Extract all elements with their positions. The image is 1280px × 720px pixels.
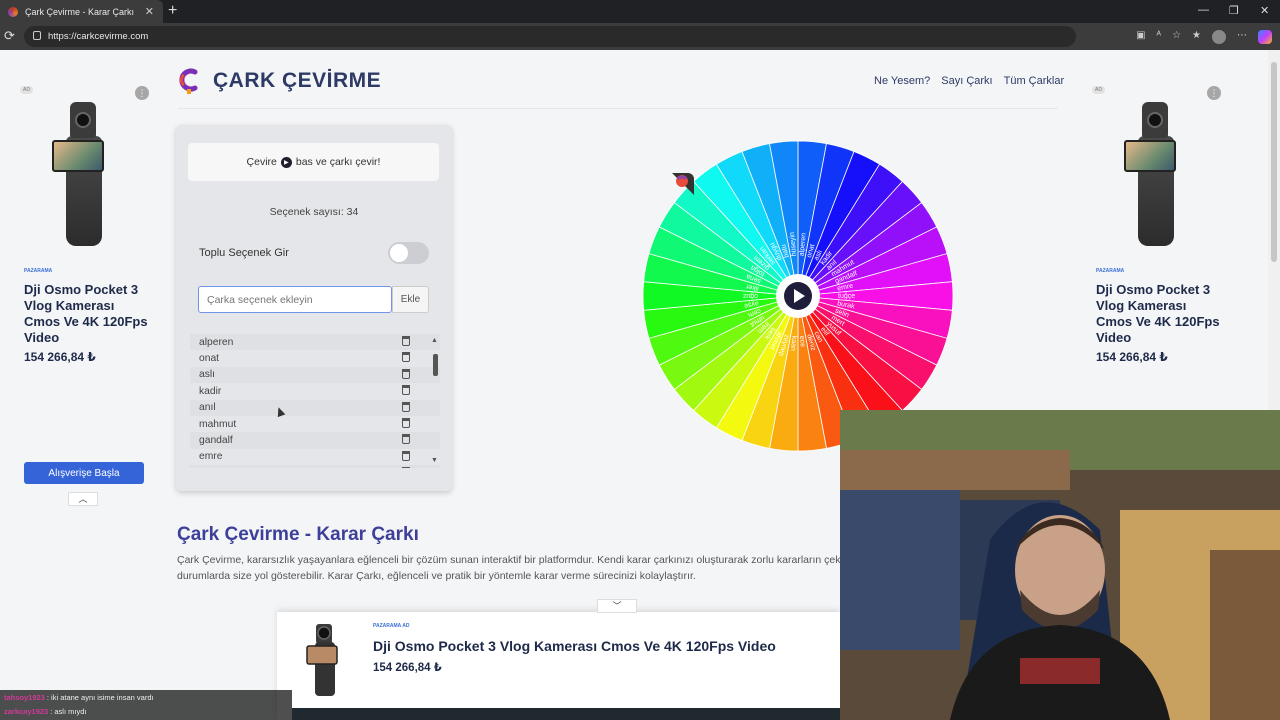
app-icon[interactable]: ▣ — [1136, 30, 1145, 44]
browser-toolbar: ▣ ᴬ ☆ ★ ⋯ — [1136, 30, 1272, 44]
chat-overlay: tahsoy1923: iki atane aynı isime insan v… — [0, 690, 292, 720]
ad-badge: AD — [20, 86, 33, 94]
spin-hint: Çevire ▶ bas ve çarkı çevir! — [188, 143, 439, 181]
option-label: gandalf — [199, 435, 233, 447]
menu-icon[interactable]: ⋯ — [1237, 30, 1247, 44]
ad-options-icon[interactable]: ⋮ — [135, 86, 149, 100]
nav-link-ne-yesem[interactable]: Ne Yesem? — [874, 75, 930, 87]
new-tab-icon[interactable]: + — [168, 2, 177, 20]
list-item[interactable]: anıl — [190, 399, 440, 416]
trash-icon[interactable] — [402, 417, 410, 428]
option-label: onat — [199, 353, 220, 365]
bulk-entry-toggle[interactable] — [388, 242, 429, 264]
trash-icon[interactable] — [402, 434, 410, 445]
lock-icon — [33, 31, 41, 40]
reload-icon[interactable]: ⟳ — [4, 28, 15, 44]
ad-product-title[interactable]: Dji Osmo Pocket 3 Vlog Kamerası Cmos Ve … — [24, 282, 149, 346]
option-input[interactable] — [198, 286, 392, 313]
ad-product-title[interactable]: Dji Osmo Pocket 3 Vlog Kamerası Cmos Ve … — [373, 638, 776, 654]
option-label: mahmut — [199, 418, 237, 430]
url-field[interactable]: https://carkcevirme.com — [24, 26, 1076, 47]
site-title[interactable]: ÇARK ÇEVİRME — [213, 69, 381, 93]
wheel-pointer-icon — [672, 173, 694, 195]
close-tab-icon[interactable]: ✕ — [145, 5, 154, 18]
ad-badge: AD — [1092, 86, 1105, 94]
read-aloud-icon[interactable]: ᴬ — [1157, 30, 1162, 44]
list-item[interactable]: gandalf — [190, 432, 440, 449]
wheel-segment-label: ece — [798, 336, 806, 348]
ad-brand: PAZARAMA — [24, 268, 53, 274]
product-image[interactable] — [1120, 102, 1190, 246]
address-bar: ⟳ https://carkcevirme.com ▣ ᴬ ☆ ★ ⋯ — [0, 23, 1280, 50]
list-item[interactable]: tuğçe — [190, 465, 440, 468]
play-icon: ▶ — [280, 156, 292, 168]
shop-button[interactable]: Alışverişe Başla — [24, 462, 144, 484]
bulk-entry-label: Toplu Seçenek Gir — [199, 247, 289, 259]
chevron-down-icon[interactable]: ﹀ — [597, 599, 637, 613]
hint-suffix: bas ve çarkı çevir! — [295, 156, 381, 168]
section-description: Çark Çevirme, kararsızlık yaşayanlara eğ… — [177, 554, 868, 582]
header-divider — [178, 108, 1058, 109]
copilot-icon[interactable] — [1258, 30, 1272, 44]
trash-icon[interactable] — [402, 450, 410, 461]
browser-tab[interactable]: Çark Çevirme - Karar Çarkı ✕ — [0, 0, 163, 23]
wheel-segment-label: tuğçe — [838, 293, 855, 300]
options-panel: Çevire ▶ bas ve çarkı çevir! Seçenek say… — [176, 125, 452, 491]
section-heading: Çark Çevirme - Karar Çarkı — [177, 524, 419, 545]
site-favicon-icon — [8, 6, 18, 17]
ad-price: 154 266,84 ₺ — [373, 662, 442, 674]
nav-link-tum-carklar[interactable]: Tüm Çarklar — [1004, 75, 1065, 87]
options-list-scrollbar[interactable]: ▲ ▼ — [430, 334, 440, 468]
favorites-icon[interactable]: ★ — [1192, 30, 1201, 44]
product-image[interactable] — [305, 624, 345, 696]
main-nav: Ne Yesem? Sayı Çarkı Tüm Çarklar — [874, 75, 1064, 87]
option-label: kadir — [199, 385, 222, 397]
webcam-overlay — [840, 410, 1280, 720]
bottom-ad[interactable]: ﹀ PAZARAMA AD Dji Osmo Pocket 3 Vlog Kam… — [277, 599, 840, 720]
maximize-icon[interactable]: ❐ — [1229, 4, 1239, 17]
ad-options-icon[interactable]: ⋮ — [1207, 86, 1221, 100]
option-label: alperen — [199, 336, 234, 348]
left-ad[interactable]: AD ⋮ PAZARAMA Dji Osmo Pocket 3 Vlog Kam… — [16, 82, 151, 506]
list-item[interactable]: mahmut — [190, 416, 440, 432]
ad-product-title[interactable]: Dji Osmo Pocket 3 Vlog Kamerası Cmos Ve … — [1096, 282, 1221, 346]
tab-title: Çark Çevirme - Karar Çarkı — [25, 6, 135, 17]
ad-brand: PAZARAMA — [1096, 268, 1125, 274]
add-option-button[interactable]: Ekle — [392, 286, 429, 313]
trash-icon[interactable] — [402, 352, 410, 363]
wheel-segment-label: oğuz — [742, 292, 758, 299]
close-window-icon[interactable]: ✕ — [1260, 4, 1269, 17]
favorite-star-icon[interactable]: ☆ — [1172, 30, 1181, 44]
profile-avatar[interactable] — [1212, 30, 1226, 44]
option-label: aslı — [199, 369, 216, 381]
trash-icon[interactable] — [402, 336, 410, 346]
browser-tab-bar: Çark Çevirme - Karar Çarkı ✕ + — ❐ ✕ — [0, 0, 1280, 23]
nav-link-sayi-carki[interactable]: Sayı Çarkı — [941, 75, 992, 87]
trash-icon[interactable] — [402, 368, 410, 379]
list-item[interactable]: aslı — [190, 366, 440, 384]
taskbar — [292, 708, 840, 720]
trash-icon[interactable] — [402, 401, 410, 412]
product-image[interactable] — [48, 102, 118, 246]
option-label: emre — [199, 451, 223, 463]
trash-icon[interactable] — [402, 467, 410, 468]
ad-price: 154 266,84 ₺ — [24, 350, 96, 364]
url-text: https://carkcevirme.com — [48, 31, 149, 42]
hint-prefix: Çevire — [246, 156, 277, 168]
option-count: Seçenek sayısı: 34 — [269, 206, 359, 218]
ad-price: 154 266,84 ₺ — [1096, 350, 1168, 364]
options-list: alperen onat aslı kadir anıl mahmut gandalf emr… — [190, 334, 440, 468]
list-item[interactable]: alperen — [190, 334, 440, 351]
trash-icon[interactable] — [402, 385, 410, 396]
list-item[interactable]: onat — [190, 350, 440, 366]
chat-message: tahsoy1923: iki atane aynı isime insan v… — [4, 692, 154, 702]
option-label: anıl — [199, 402, 216, 414]
chat-message: zarkcay1923: aslı mıydı — [4, 706, 87, 716]
chevron-up-icon[interactable]: ︿ — [68, 492, 98, 506]
site-logo-icon[interactable] — [178, 67, 200, 95]
list-item[interactable]: kadir — [190, 383, 440, 399]
ad-brand: PAZARAMA AD — [373, 623, 410, 629]
list-item[interactable]: emre — [190, 449, 440, 465]
minimize-icon[interactable]: — — [1198, 4, 1209, 16]
